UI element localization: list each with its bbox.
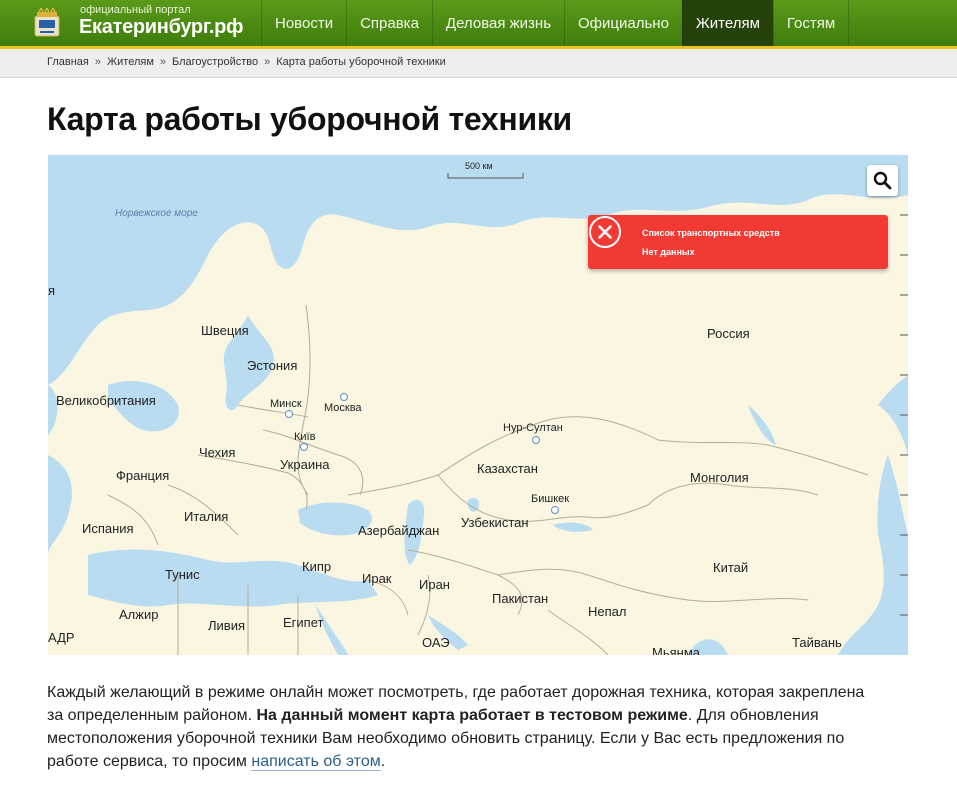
page-description: Каждый желающий в режиме онлайн может по… bbox=[47, 681, 877, 773]
search-icon bbox=[873, 171, 892, 190]
breadcrumb-separator: » bbox=[94, 56, 101, 68]
label-mongolia: Монголия bbox=[690, 470, 749, 485]
feedback-link[interactable]: написать об этом bbox=[251, 753, 381, 771]
label-uae: ОАЭ bbox=[422, 635, 450, 650]
lake-balkhash bbox=[553, 522, 593, 532]
map-widget[interactable]: 500 км Норвежское море я Швеция Эстония … bbox=[48, 155, 908, 655]
site-header: официальный портал Екатеринбург.рф Новос… bbox=[0, 0, 957, 49]
breadcrumb-separator: » bbox=[159, 56, 167, 68]
city-marker[interactable] bbox=[551, 506, 559, 514]
arctic-ocean bbox=[48, 155, 908, 385]
lake-baikal bbox=[748, 405, 776, 445]
label-ukraine: Украина bbox=[280, 457, 330, 472]
label-libya: Ливия bbox=[208, 618, 246, 633]
label-cyprus: Кипр bbox=[302, 559, 332, 574]
alert-title: Список транспортных средств bbox=[642, 228, 780, 238]
label-russia: Россия bbox=[707, 326, 750, 341]
red-sea bbox=[316, 605, 348, 655]
nav-item-official[interactable]: Официально bbox=[564, 0, 682, 46]
label-norwegian-sea: Норвежское море bbox=[115, 208, 198, 219]
label-taiwan: Тайвань bbox=[792, 635, 842, 650]
label-pakistan: Пакистан bbox=[492, 591, 549, 606]
mediterranean bbox=[88, 549, 378, 607]
nav-item-news[interactable]: Новости bbox=[261, 0, 346, 46]
label-edge-ya: я bbox=[48, 283, 56, 298]
label-italy: Италия bbox=[184, 509, 229, 524]
label-sadr: АДР bbox=[48, 630, 75, 645]
label-estonia: Эстония bbox=[247, 358, 298, 373]
atlantic bbox=[48, 385, 72, 555]
breadcrumb-home[interactable]: Главная bbox=[47, 56, 89, 68]
city-marker[interactable] bbox=[300, 443, 308, 451]
label-china: Китай bbox=[713, 560, 749, 575]
label-myanmar: Мьянма bbox=[652, 645, 700, 655]
breadcrumb-improvement[interactable]: Благоустройство bbox=[172, 56, 258, 68]
label-sweden: Швеция bbox=[201, 323, 249, 338]
label-moscow: Москва bbox=[324, 402, 362, 414]
label-nepal: Непал bbox=[588, 604, 627, 619]
alert-text: Нет данных bbox=[642, 247, 695, 257]
label-nur-sultan: Нур-Султан bbox=[503, 422, 563, 434]
vehicle-list-alert: Список транспортных средств Нет данных bbox=[588, 215, 888, 269]
description-end: . bbox=[380, 753, 386, 770]
label-spain: Испания bbox=[82, 521, 134, 536]
description-bold: На данный момент карта работает в тестов… bbox=[256, 707, 688, 724]
main-nav: Новости Справка Деловая жизнь Официально… bbox=[261, 0, 850, 46]
breadcrumb: Главная » Жителям » Благоустройство » Карта ра… bbox=[47, 56, 446, 68]
portal-label: официальный портал bbox=[80, 4, 191, 16]
label-uzbekistan: Узбекистан bbox=[461, 515, 529, 530]
label-czechia: Чехия bbox=[199, 445, 236, 460]
label-egypt: Египет bbox=[283, 615, 324, 630]
label-azerbaijan: Азербайджан bbox=[358, 523, 440, 538]
nav-item-residents[interactable]: Жителям bbox=[681, 0, 773, 46]
breadcrumb-bar: Главная » Жителям » Благоустройство » Карта ра… bbox=[0, 49, 957, 78]
label-great-britain: Великобритания bbox=[56, 393, 156, 408]
page-title: Карта работы уборочной техники bbox=[47, 101, 572, 137]
nav-item-guests[interactable]: Гостям bbox=[772, 0, 850, 46]
map-search-button[interactable] bbox=[867, 165, 898, 196]
nav-item-business[interactable]: Деловая жизнь bbox=[431, 0, 564, 46]
breadcrumb-separator: » bbox=[264, 56, 271, 68]
label-algeria: Алжир bbox=[119, 607, 159, 622]
scale-label: 500 км bbox=[465, 161, 493, 171]
nav-item-help[interactable]: Справка bbox=[346, 0, 432, 46]
city-marker[interactable] bbox=[340, 393, 348, 401]
city-marker[interactable] bbox=[285, 410, 293, 418]
breadcrumb-residents[interactable]: Жителям bbox=[107, 56, 154, 68]
label-iraq: Ирак bbox=[362, 571, 392, 586]
label-bishkek: Бишкек bbox=[531, 493, 570, 505]
label-iran: Иран bbox=[419, 577, 450, 592]
label-kazakhstan: Казахстан bbox=[477, 461, 538, 476]
label-tunisia: Тунис bbox=[165, 567, 200, 582]
label-minsk: Минск bbox=[270, 398, 302, 410]
site-name[interactable]: Екатеринбург.рф bbox=[79, 16, 244, 39]
city-marker[interactable] bbox=[532, 436, 540, 444]
close-circle-icon[interactable] bbox=[588, 215, 622, 249]
pacific bbox=[838, 455, 908, 655]
breadcrumb-current: Карта работы уборочной техники bbox=[276, 56, 446, 68]
coat-of-arms-logo[interactable] bbox=[33, 8, 61, 40]
label-france: Франция bbox=[116, 468, 170, 483]
label-kyiv: Київ bbox=[294, 431, 316, 443]
